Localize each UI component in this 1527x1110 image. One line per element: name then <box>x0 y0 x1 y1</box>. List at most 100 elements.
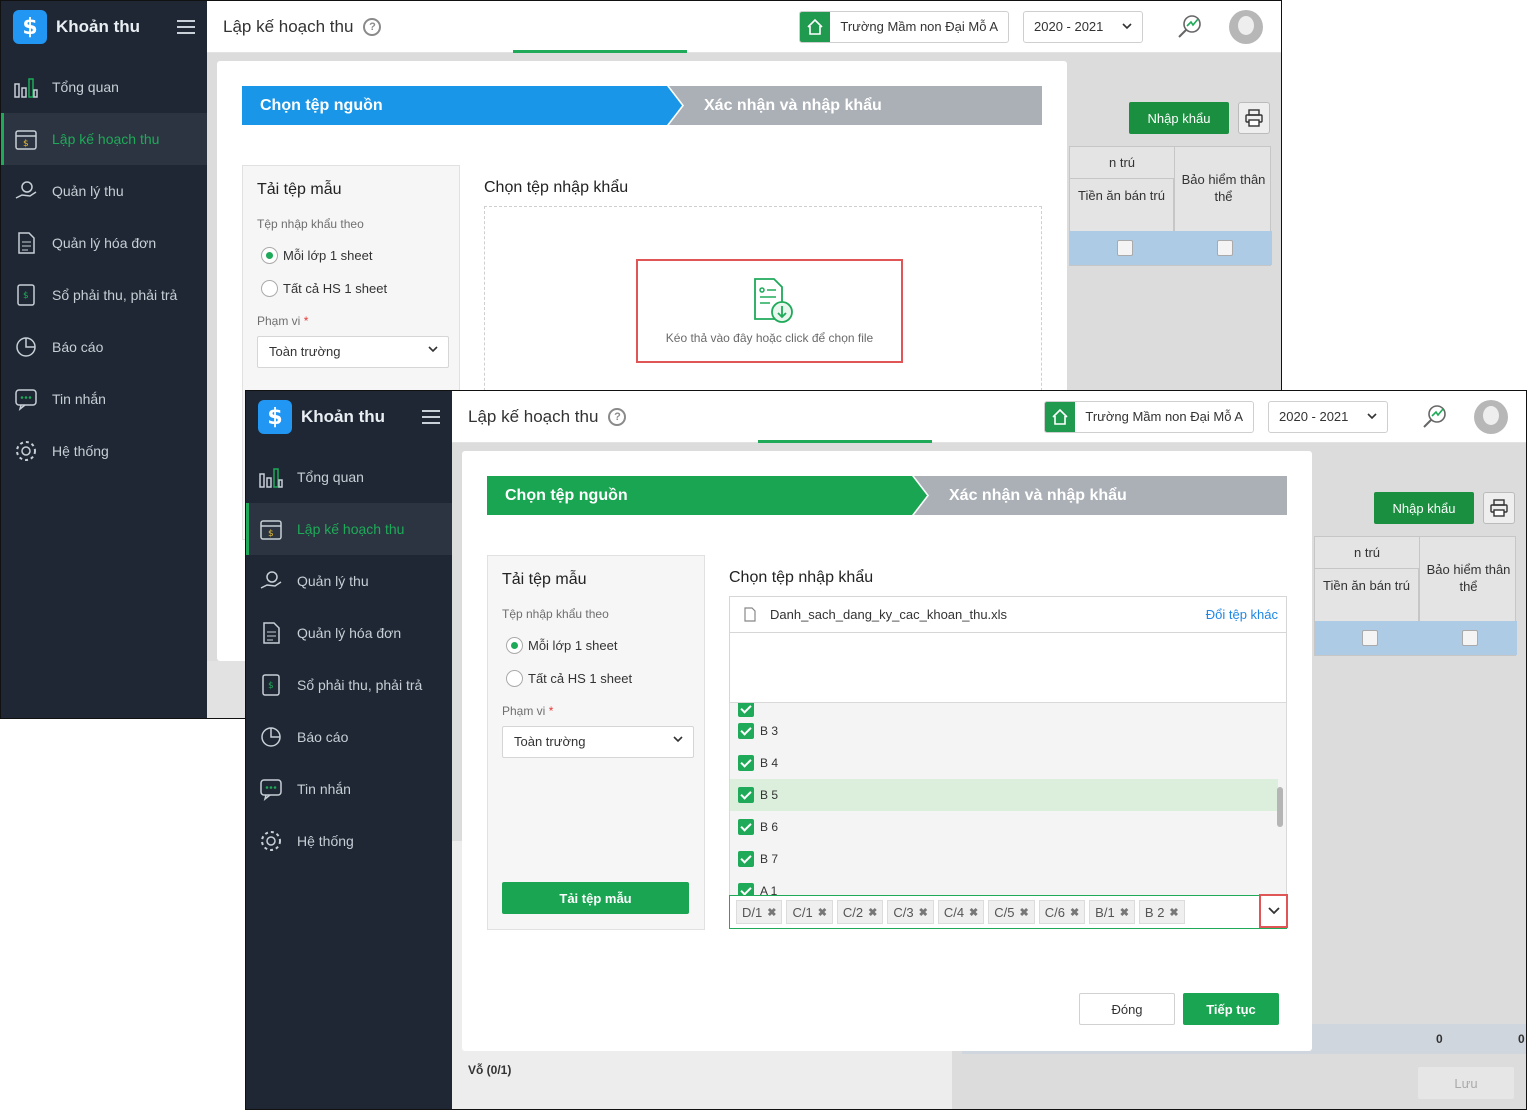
chevron-down-icon <box>673 736 683 743</box>
sidebar: $ Khoản thu Tổng quan $ Lập kế hoạch thu … <box>246 391 452 1109</box>
list-item[interactable]: B 6 <box>730 811 1278 843</box>
list-item-highlighted[interactable]: B 5 <box>730 779 1278 811</box>
sidebar-item-collect[interactable]: Quản lý thu <box>246 555 452 607</box>
sidebar-item-label: Báo cáo <box>52 339 104 355</box>
bar-chart-icon <box>13 74 39 100</box>
school-selector[interactable]: Trường Mầm non Đại Mỗ A <box>799 10 1009 43</box>
remove-tag-icon[interactable]: ✖ <box>1020 906 1029 919</box>
download-template-button[interactable]: Tải tệp mẫu <box>502 882 689 914</box>
radio-label: Mỗi lớp 1 sheet <box>283 248 373 263</box>
list-item[interactable]: B 3 <box>730 715 1278 747</box>
radio-all-in-one-sheet[interactable] <box>506 670 523 687</box>
sidebar-item-messages[interactable]: Tin nhắn <box>1 373 207 425</box>
remove-tag-icon[interactable]: ✖ <box>969 906 978 919</box>
remove-tag-icon[interactable]: ✖ <box>767 906 776 919</box>
avatar[interactable] <box>1474 399 1508 434</box>
print-icon[interactable] <box>1483 492 1515 524</box>
gear-icon <box>258 828 284 854</box>
continue-button[interactable]: Tiếp tục <box>1183 993 1279 1025</box>
sidebar-item-report[interactable]: Báo cáo <box>246 711 452 763</box>
menu-icon[interactable] <box>422 410 440 424</box>
selected-tag: C/4 ✖ <box>937 900 985 924</box>
sidebar-item-label: Tổng quan <box>297 469 364 485</box>
radio-one-sheet-per-class[interactable] <box>506 637 523 654</box>
radio-all-in-one-sheet[interactable] <box>261 280 278 297</box>
save-button[interactable]: Lưu <box>1418 1067 1514 1099</box>
row-checkbox[interactable] <box>1362 630 1378 646</box>
scope-label: Phạm vi * <box>257 314 308 328</box>
sidebar-item-plan[interactable]: $ Lập kế hoạch thu <box>246 503 452 555</box>
sidebar-item-messages[interactable]: Tin nhắn <box>246 763 452 815</box>
brand: $ Khoản thu <box>246 391 452 443</box>
sidebar-item-system[interactable]: Hệ thống <box>1 425 207 477</box>
sidebar-item-label: Sổ phải thu, phải trả <box>52 287 178 303</box>
remove-tag-icon[interactable]: ✖ <box>868 906 877 919</box>
sidebar-item-overview[interactable]: Tổng quan <box>246 451 452 503</box>
menu-icon[interactable] <box>177 20 195 34</box>
hand-coin-icon <box>13 178 39 204</box>
scrollbar-thumb[interactable] <box>1277 787 1283 827</box>
sidebar-item-label: Hệ thống <box>52 443 109 459</box>
sidebar-item-invoice[interactable]: Quản lý hóa đơn <box>246 607 452 659</box>
remove-tag-icon[interactable]: ✖ <box>818 906 827 919</box>
brand: $ Khoản thu <box>1 1 207 53</box>
year-select[interactable]: 2020 - 2021 <box>1023 10 1143 43</box>
radio-one-sheet-per-class[interactable] <box>261 247 278 264</box>
selected-tag: C/3 ✖ <box>887 900 934 924</box>
help-icon[interactable]: ? <box>363 17 382 36</box>
pie-chart-icon <box>13 334 39 360</box>
scope-label-text: Phạm vi <box>257 314 301 328</box>
step-choose-source: Chọn tệp nguồn <box>242 86 682 125</box>
sidebar-item-plan[interactable]: $ Lập kế hoạch thu <box>1 113 207 165</box>
sidebar-item-collect[interactable]: Quản lý thu <box>1 165 207 217</box>
chevron-down-icon <box>1367 412 1377 419</box>
remove-tag-icon[interactable]: ✖ <box>1120 906 1129 919</box>
close-button[interactable]: Đóng <box>1079 993 1175 1025</box>
remove-tag-icon[interactable]: ✖ <box>1169 906 1178 919</box>
template-panel: Tải tệp mẫu Tệp nhập khẩu theo Mỗi lớp 1… <box>487 555 705 930</box>
sidebar-item-label: Tổng quan <box>52 79 119 95</box>
table-header-meal: Tiền ăn bán trú <box>1315 569 1419 621</box>
sidebar-item-ledger[interactable]: $ Sổ phải thu, phải trả <box>246 659 452 711</box>
sidebar-item-report[interactable]: Báo cáo <box>1 321 207 373</box>
selected-tag: D/1 ✖ <box>736 900 783 924</box>
checkbox-checked-icon <box>738 819 754 835</box>
row-checkbox[interactable] <box>1217 240 1233 256</box>
school-selector[interactable]: Trường Mầm non Đại Mỗ A <box>1044 400 1254 433</box>
list-item[interactable]: A 1 <box>730 875 1278 895</box>
import-title: Chọn tệp nhập khẩu <box>484 179 629 196</box>
remove-tag-icon[interactable]: ✖ <box>1070 906 1079 919</box>
sidebar-item-system[interactable]: Hệ thống <box>246 815 452 867</box>
import-title: Chọn tệp nhập khẩu <box>729 569 874 586</box>
print-icon[interactable] <box>1238 102 1270 134</box>
scope-select[interactable]: Toàn trường <box>257 336 449 368</box>
list-item[interactable]: B 4 <box>730 747 1278 779</box>
trend-search-icon[interactable] <box>1422 404 1448 430</box>
year-select[interactable]: 2020 - 2021 <box>1268 400 1388 433</box>
import-button[interactable]: Nhập khẩu <box>1374 492 1474 524</box>
avatar[interactable] <box>1229 9 1263 44</box>
trend-search-icon[interactable] <box>1177 14 1203 40</box>
import-button[interactable]: Nhập khẩu <box>1129 102 1229 134</box>
class-multiselect[interactable]: D/1 ✖ C/1 ✖ C/2 ✖ C/3 ✖ C/4 ✖ C/5 ✖ C/6 ✖ B/1 ✖ B 2 ✖ <box>729 894 1288 929</box>
dropdown-toggle[interactable] <box>1259 894 1288 928</box>
row-checkbox[interactable] <box>1117 240 1133 256</box>
help-icon[interactable]: ? <box>608 407 627 426</box>
remove-tag-icon[interactable]: ✖ <box>919 906 928 919</box>
page-title: Lập kế hoạch thu <box>223 16 354 36</box>
tag-label: C/5 <box>994 904 1015 920</box>
screenshot-after: $ Khoản thu Tổng quan $ Lập kế hoạch thu … <box>245 390 1527 1110</box>
change-file-link[interactable]: Đổi tệp khác <box>1206 607 1278 622</box>
sidebar-item-overview[interactable]: Tổng quan <box>1 61 207 113</box>
row-checkbox[interactable] <box>1462 630 1478 646</box>
dollar-logo-icon: $ <box>258 400 292 434</box>
scope-select[interactable]: Toàn trường <box>502 726 694 758</box>
dropzone-highlight[interactable]: Kéo thả vào đây hoặc click để chọn file <box>636 259 903 363</box>
sidebar-item-invoice[interactable]: Quản lý hóa đơn <box>1 217 207 269</box>
file-dropzone[interactable]: Kéo thả vào đây hoặc click để chọn file <box>484 206 1042 406</box>
chevron-down-icon <box>1267 907 1280 915</box>
radio-label: Tất cả HS 1 sheet <box>528 671 633 686</box>
svg-text:$: $ <box>268 681 274 691</box>
sidebar-item-ledger[interactable]: $ Sổ phải thu, phải trả <box>1 269 207 321</box>
list-item[interactable]: B 7 <box>730 843 1278 875</box>
